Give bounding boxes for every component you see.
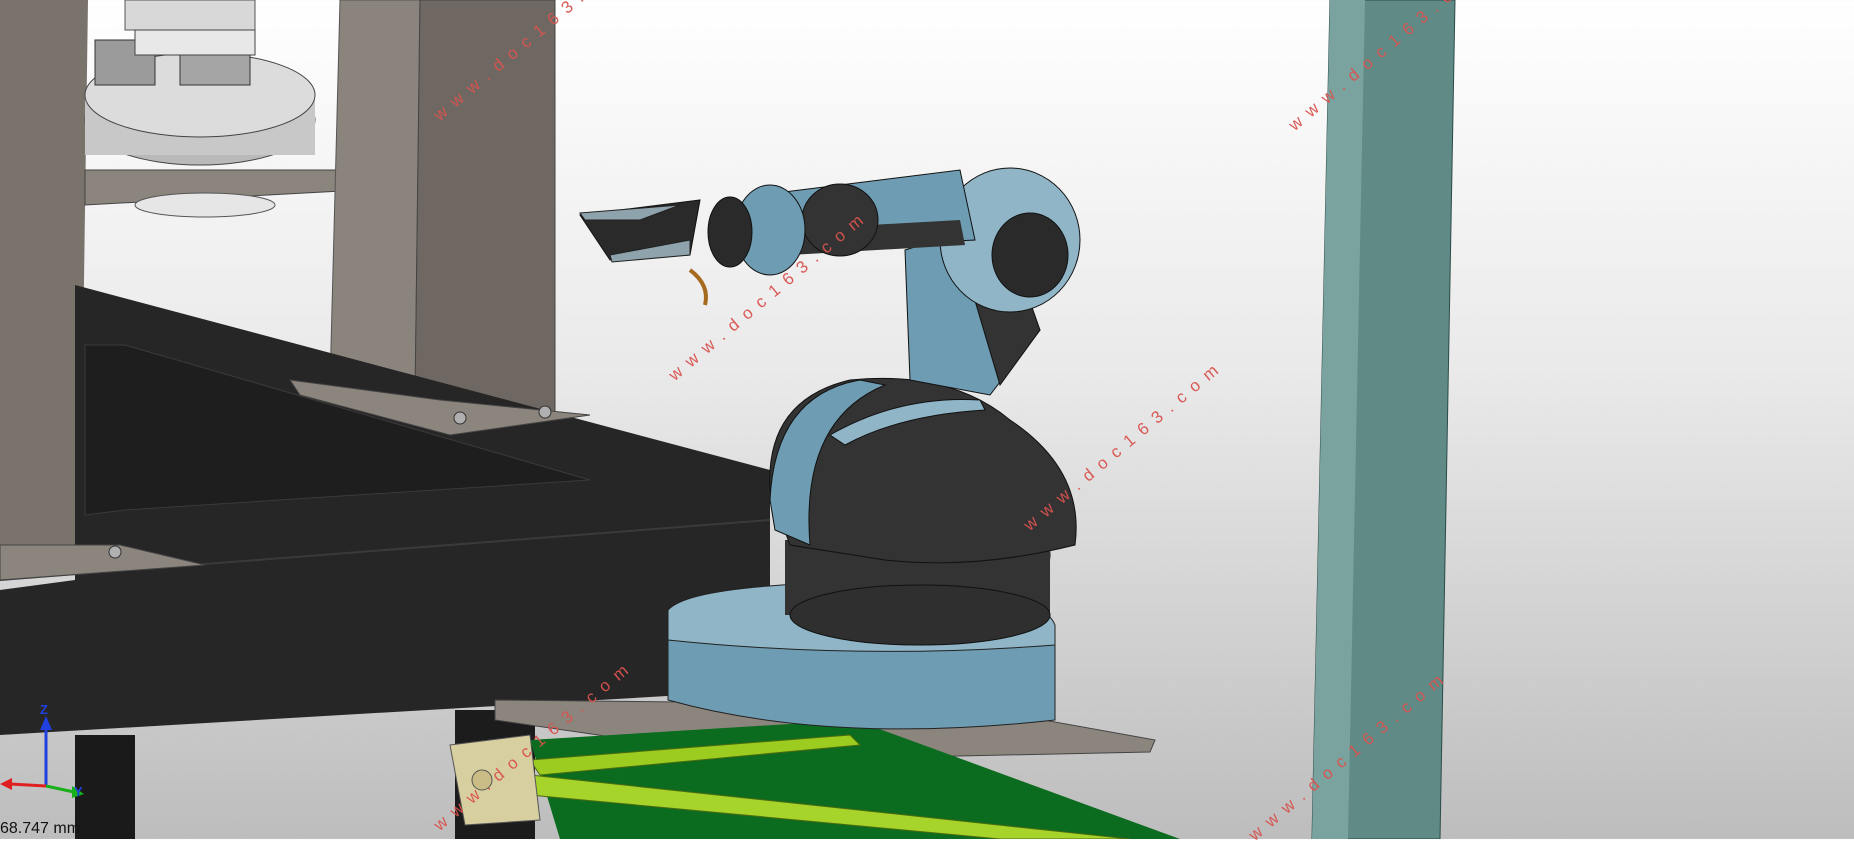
axis-y-label: Y	[74, 784, 83, 799]
assembly-model	[0, 0, 1456, 839]
axis-triad: Z Y	[0, 702, 120, 818]
rotary-chuck-fixture	[84, 0, 361, 218]
cad-3d-viewport[interactable]: w w w . d o c 1 6 3 . c o m w w w . d o …	[0, 0, 1854, 845]
scale-readout: 68.747 mm	[0, 820, 81, 837]
axis-z-label: Z	[40, 702, 48, 717]
frame-post-a	[329, 0, 421, 401]
left-frame-post	[0, 0, 88, 575]
